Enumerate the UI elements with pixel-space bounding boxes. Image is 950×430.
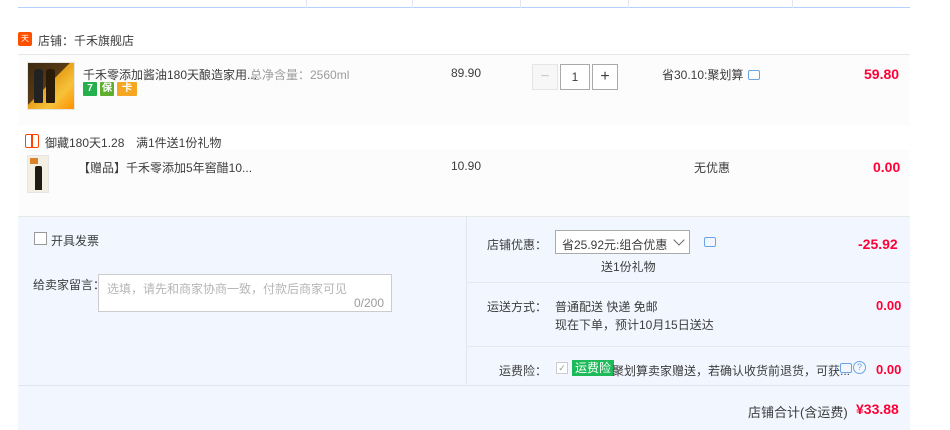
product-title[interactable]: 千禾零添加酱油180天酿造家用... — [83, 66, 257, 83]
shop-total-label: 店铺合计(含运费) — [748, 405, 848, 420]
cart-item-row — [18, 54, 910, 126]
unit-price: 89.90 — [451, 66, 482, 80]
shop-discount-selected: 省25.92元:组合优惠 — [562, 238, 668, 252]
chevron-down-icon — [673, 234, 685, 246]
gift-promotion: 无优惠 — [694, 161, 731, 175]
invoice-label[interactable]: 开具发票 — [51, 232, 99, 249]
insurance-text: 聚划算卖家赠送，若确认收货前退货，可获... — [612, 364, 851, 378]
tmall-shop-icon: 天猫 — [18, 32, 32, 57]
table-header-border — [18, 0, 910, 8]
seven-day-return-icon[interactable]: 7 — [83, 82, 97, 96]
quantity-decrease-button[interactable]: − — [532, 64, 558, 90]
header-divider — [792, 0, 793, 8]
card-payment-icon[interactable]: 卡 — [117, 82, 137, 96]
message-label: 给卖家留言： — [33, 278, 106, 292]
header-divider — [628, 0, 629, 8]
gift-subtotal: 0.00 — [873, 159, 901, 175]
delivery-estimate: 现在下单，预计10月15日送达 — [555, 318, 714, 332]
chat-icon[interactable] — [704, 237, 716, 247]
quantity-increase-button[interactable]: + — [592, 64, 618, 90]
shipping-method: 普通配送 快递 免邮 — [555, 300, 658, 314]
insurance-label: 运费险： — [499, 364, 548, 378]
item-promotion: 省30.10:聚划算 — [662, 68, 744, 82]
gift-promotion-name: 御藏180天1.28 — [45, 136, 125, 150]
shop-name[interactable]: 店铺：千禾旗舰店 — [38, 32, 134, 49]
gift-unit-price: 10.90 — [451, 159, 482, 173]
shop-gift-note: 送1份礼物 — [601, 260, 656, 274]
header-divider — [412, 0, 413, 8]
panel-divider — [466, 216, 467, 384]
message-textarea[interactable]: 选填，请先和商家协商一致，付款后商家可见 — [98, 274, 392, 312]
service-badges: 7保卡 — [83, 82, 140, 98]
insurance-tag: 运费险 — [572, 360, 615, 376]
product-thumbnail[interactable] — [27, 62, 75, 110]
help-icon[interactable]: ? — [853, 361, 866, 374]
chat-icon[interactable] — [840, 363, 852, 373]
item-subtotal: 59.80 — [864, 66, 900, 82]
message-char-count: 0/200 — [354, 296, 385, 310]
guarantee-icon[interactable]: 保 — [100, 82, 114, 96]
insurance-checkbox[interactable]: ✓ — [556, 362, 568, 374]
shipping-label: 运送方式： — [487, 300, 548, 314]
shop-discount-select[interactable]: 省25.92元:组合优惠 — [555, 230, 690, 254]
invoice-checkbox[interactable] — [34, 232, 47, 245]
product-attribute: 总净含量：2560ml — [250, 68, 350, 82]
shop-total-value: ¥33.88 — [856, 401, 899, 417]
shop-discount-value: -25.92 — [858, 236, 898, 252]
insurance-value: 0.00 — [876, 362, 902, 377]
header-divider — [520, 0, 521, 8]
shipping-fee: 0.00 — [876, 298, 902, 313]
gift-title[interactable]: 【赠品】千禾零添加5年窖醋10... — [78, 159, 252, 176]
shop-discount-label: 店铺优惠： — [487, 238, 548, 252]
row-divider — [466, 346, 910, 347]
row-divider — [466, 282, 910, 283]
chat-icon[interactable] — [748, 70, 760, 80]
gift-icon — [25, 134, 39, 148]
quantity-input[interactable]: 1 — [560, 64, 590, 90]
gift-thumbnail[interactable] — [27, 155, 49, 193]
gift-promotion-rule: 满1件送1份礼物 — [136, 136, 222, 150]
header-divider — [306, 0, 307, 8]
